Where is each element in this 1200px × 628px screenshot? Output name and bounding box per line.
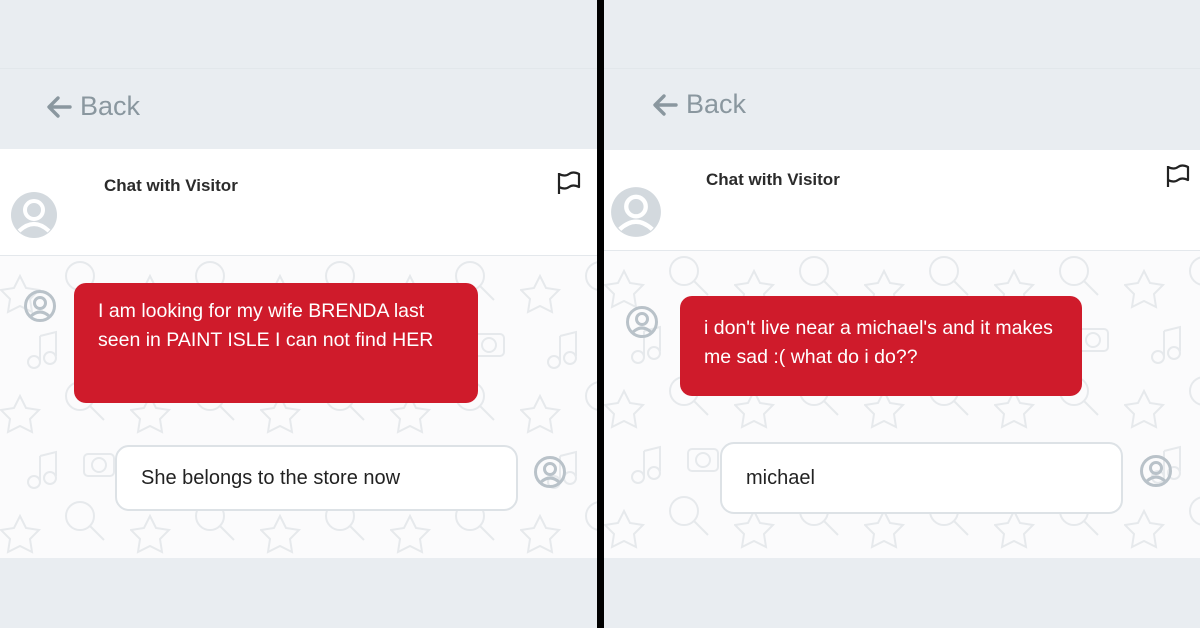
top-bar [0, 0, 597, 69]
divider [597, 0, 604, 628]
nav-bar: Back [604, 69, 1200, 149]
agent-avatar-icon [534, 456, 566, 488]
chat-title: Chat with Visitor [706, 170, 840, 189]
back-button[interactable]: Back [46, 91, 140, 122]
visitor-avatar-icon [10, 191, 58, 239]
agent-avatar-icon [1140, 455, 1172, 487]
visitor-message: I am looking for my wife BRENDA last see… [74, 283, 478, 403]
visitor-avatar-icon [24, 290, 56, 322]
footer [0, 558, 597, 628]
chat-panel-left: Back Chat with Visitor I am looking for … [0, 0, 597, 628]
chat-header: Chat with Visitor [604, 150, 1200, 251]
flag-icon[interactable] [1164, 162, 1192, 190]
chat-panel-right: Back Chat with Visitor i don't live near… [604, 0, 1200, 628]
arrow-left-icon [652, 92, 678, 118]
chat-area: I am looking for my wife BRENDA last see… [0, 256, 597, 558]
chat-title: Chat with Visitor [104, 176, 238, 195]
back-label: Back [686, 89, 747, 119]
nav-bar: Back [0, 69, 597, 149]
chat-header: Chat with Visitor [0, 149, 597, 256]
arrow-left-icon [46, 94, 72, 120]
flag-icon[interactable] [555, 169, 583, 197]
agent-message: michael [720, 442, 1123, 514]
visitor-avatar-icon [626, 306, 658, 338]
visitor-message: i don't live near a michael's and it mak… [680, 296, 1082, 396]
back-label: Back [80, 91, 141, 121]
back-button[interactable]: Back [652, 89, 746, 120]
footer [604, 558, 1200, 628]
agent-message: She belongs to the store now [115, 445, 518, 511]
top-bar [604, 0, 1200, 69]
chat-area: i don't live near a michael's and it mak… [604, 251, 1200, 558]
visitor-avatar-icon [610, 186, 662, 238]
